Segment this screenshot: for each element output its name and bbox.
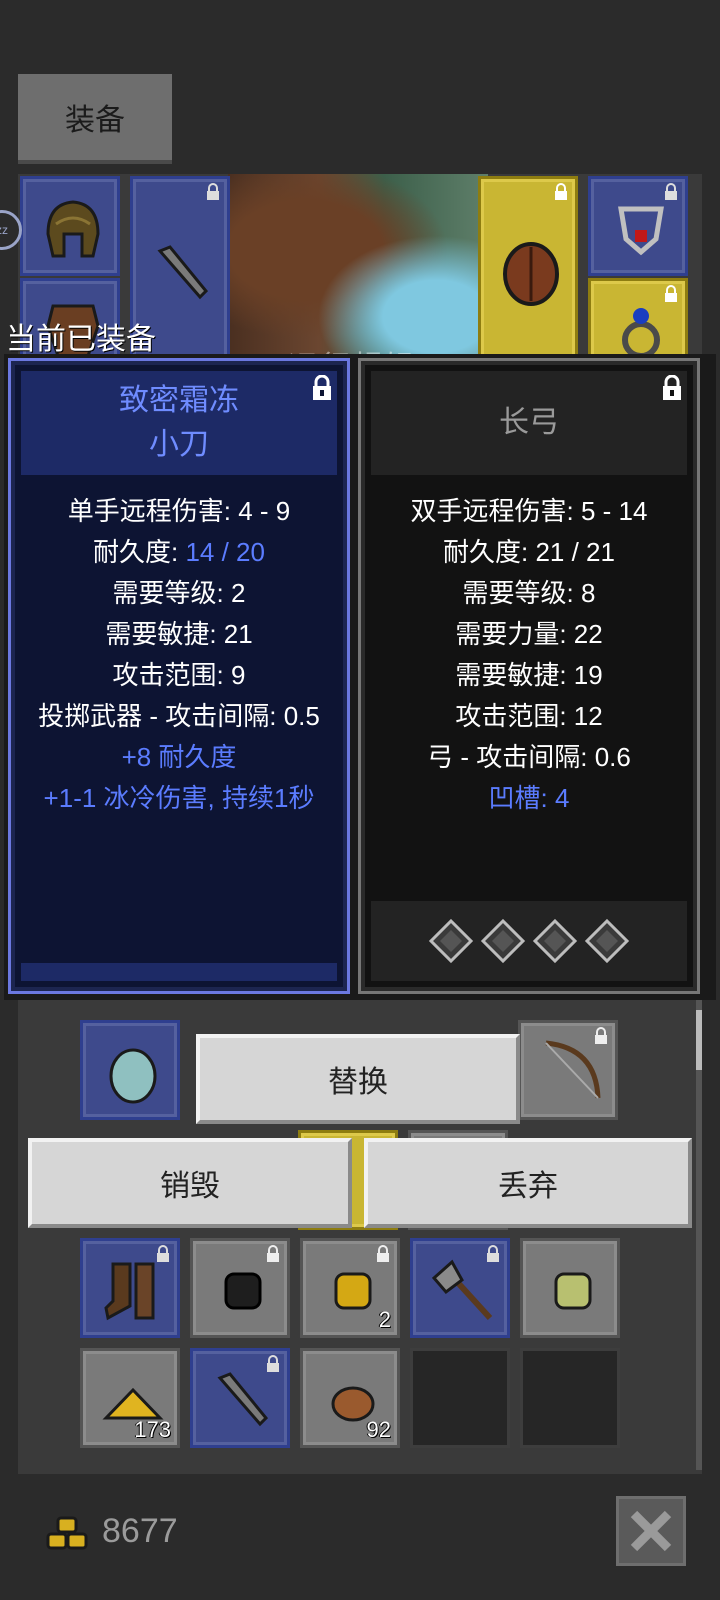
boots-icon xyxy=(104,1262,155,1321)
inventory-slot-empty[interactable] xyxy=(520,1348,620,1448)
card-footer xyxy=(21,963,337,981)
inventory-slot[interactable] xyxy=(80,1238,180,1338)
inventory-slot[interactable]: 92 xyxy=(300,1348,400,1448)
inventory-slot[interactable] xyxy=(190,1238,290,1338)
inventory-slot[interactable] xyxy=(80,1020,180,1120)
knife-icon xyxy=(217,1372,269,1427)
coal-icon xyxy=(224,1272,262,1310)
stat-durability: 耐久度: 21 / 21 xyxy=(443,537,615,567)
close-button[interactable] xyxy=(616,1496,686,1566)
scene-background xyxy=(228,174,488,364)
empty-socket-icon xyxy=(532,918,578,964)
amulet-icon xyxy=(618,206,664,256)
durability-value: 14 / 20 xyxy=(185,537,265,567)
stat-attack-interval: 投掷武器 - 攻击间隔: 0.5 xyxy=(38,701,320,731)
item-header: 致密霜冻 小刀 xyxy=(21,371,337,475)
gold-coins-icon xyxy=(46,1516,88,1550)
inventory-slot[interactable] xyxy=(518,1020,618,1120)
stat-damage: 单手远程伤害: 4 - 9 xyxy=(67,496,291,526)
close-icon xyxy=(630,1510,672,1552)
equipped-item-card: 致密霜冻 小刀 单手远程伤害: 4 - 9 耐久度: 14 / 20 需要等级:… xyxy=(8,358,350,994)
current-equipped-label: 当前已装备 xyxy=(6,323,156,356)
candidate-item-card: 长弓 双手远程伤害: 5 - 14 耐久度: 21 / 21 需要等级: 8 需… xyxy=(358,358,700,994)
item-stats: 双手远程伤害: 5 - 14 耐久度: 21 / 21 需要等级: 8 需要力量… xyxy=(361,491,697,819)
bow-icon xyxy=(545,1040,601,1099)
stat-req-level: 需要等级: 8 xyxy=(462,578,596,608)
drop-button[interactable]: 丢弃 xyxy=(364,1138,692,1228)
equip-slot-shield[interactable] xyxy=(478,176,578,366)
round-shield-icon xyxy=(503,242,559,306)
stat-req-dex: 需要敏捷: 21 xyxy=(105,619,253,649)
equip-slot-helmet[interactable] xyxy=(20,176,120,276)
lock-icon[interactable] xyxy=(311,375,333,401)
stat-bonus-durability: +8 耐久度 xyxy=(121,742,237,772)
stat-attack-interval: 弓 - 攻击间隔: 0.6 xyxy=(427,742,631,772)
empty-socket-icon xyxy=(428,918,474,964)
empty-socket-icon xyxy=(480,918,526,964)
stat-req-str: 需要力量: 22 xyxy=(455,619,603,649)
stat-damage: 双手远程伤害: 5 - 14 xyxy=(410,496,648,526)
stat-durability: 耐久度: 14 / 20 xyxy=(93,537,265,567)
helmet-icon xyxy=(46,200,100,258)
destroy-button[interactable]: 销毁 xyxy=(28,1138,352,1228)
stat-bonus-cold: +1-1 冰冷伤害, 持续1秒 xyxy=(43,783,315,813)
lock-icon xyxy=(555,183,567,200)
inventory-slot[interactable] xyxy=(520,1238,620,1338)
item-count: 173 xyxy=(134,1417,171,1442)
empty-socket-icon xyxy=(584,918,630,964)
gold-amount: 8677 xyxy=(102,1512,178,1550)
item-count: 2 xyxy=(378,1307,391,1332)
inventory-slot[interactable]: 173 xyxy=(80,1348,180,1448)
egg-icon xyxy=(109,1048,157,1104)
equip-slot-amulet[interactable] xyxy=(588,176,688,276)
lock-icon xyxy=(207,183,219,200)
stat-range: 攻击范围: 9 xyxy=(112,660,246,690)
item-stats: 单手远程伤害: 4 - 9 耐久度: 14 / 20 需要等级: 2 需要敏捷:… xyxy=(11,491,347,819)
socket-row xyxy=(371,901,687,981)
stat-req-dex: 需要敏捷: 19 xyxy=(455,660,603,690)
item-header: 长弓 xyxy=(371,371,687,475)
herb-icon xyxy=(554,1272,592,1310)
item-prefix: 致密霜冻 xyxy=(119,384,239,417)
item-count: 92 xyxy=(366,1417,391,1442)
stat-sockets: 凹槽: 4 xyxy=(488,783,570,813)
stat-range: 攻击范围: 12 xyxy=(455,701,603,731)
replace-button[interactable]: 替换 xyxy=(196,1034,520,1124)
inventory-slot[interactable] xyxy=(410,1238,510,1338)
scrollbar-track[interactable] xyxy=(696,1000,702,1470)
bottom-bar: 8677 xyxy=(0,1474,720,1600)
inventory-slot[interactable]: 2 xyxy=(300,1238,400,1338)
tab-equip[interactable]: 装备 xyxy=(18,74,172,164)
inventory-slot[interactable] xyxy=(190,1348,290,1448)
item-compare-popup: 致密霜冻 小刀 单手远程伤害: 4 - 9 耐久度: 14 / 20 需要等级:… xyxy=(4,354,716,1000)
knife-icon xyxy=(157,245,209,300)
inventory-slot-empty[interactable] xyxy=(410,1348,510,1448)
item-name: 小刀 xyxy=(149,428,209,461)
scrollbar-thumb[interactable] xyxy=(696,1010,702,1070)
axe-icon xyxy=(431,1259,493,1321)
lock-icon[interactable] xyxy=(661,375,683,401)
stat-req-level: 需要等级: 2 xyxy=(112,578,246,608)
item-name: 长弓 xyxy=(499,406,559,439)
gold-nugget-icon xyxy=(334,1272,372,1310)
